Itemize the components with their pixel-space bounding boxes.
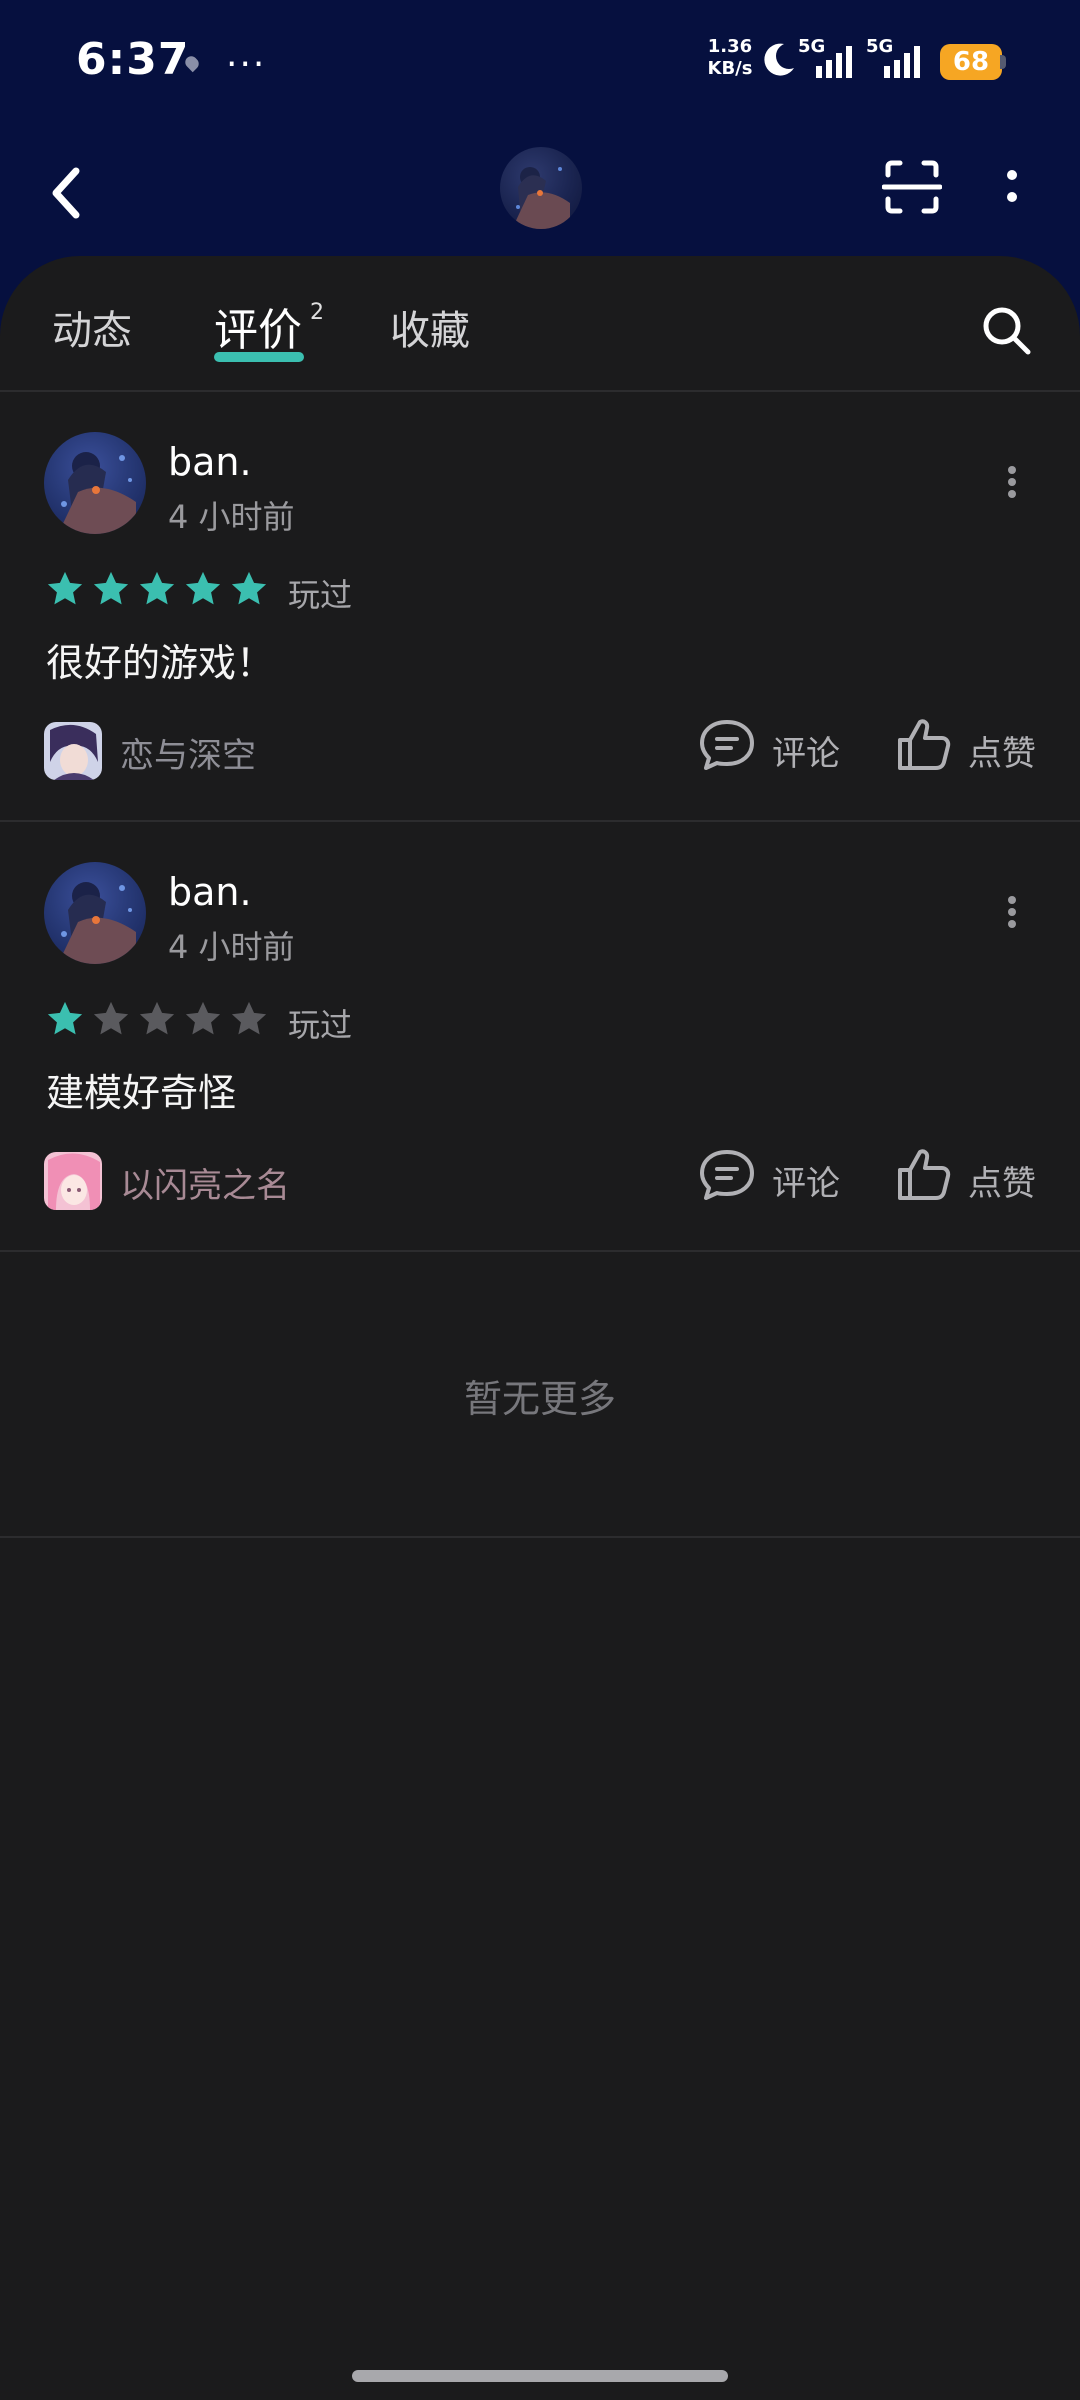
comment-label: 评论 — [772, 1164, 840, 1204]
like-button[interactable]: 点赞 — [896, 710, 1046, 780]
signal-bars-icon — [816, 46, 852, 78]
comment-icon — [700, 720, 754, 770]
tab-reviews-count: 2 — [310, 300, 324, 325]
star-rating — [46, 1000, 268, 1042]
reviewer-name[interactable]: ban. — [168, 440, 252, 484]
network-speed: 1.36 KB/s — [700, 36, 760, 80]
star-filled-icon — [47, 571, 83, 605]
game-thumbnail — [44, 722, 102, 780]
star-empty-icon — [139, 1001, 175, 1035]
thumbs-up-icon — [898, 719, 951, 770]
star-filled-icon — [139, 571, 175, 605]
avatar-illustration — [58, 452, 136, 534]
review-card: ban. 4 小时前 玩过 建模好奇怪 以闪亮之名 评论 点赞 — [0, 822, 1080, 1250]
play-status: 玩过 — [288, 1006, 353, 1044]
like-label: 点赞 — [968, 1164, 1036, 1204]
status-bar: 6:37 ··· 1.36 KB/s 5G 5G 68 — [0, 0, 1080, 125]
avatar-illustration — [58, 882, 136, 964]
search-icon[interactable] — [980, 304, 1032, 356]
network-speed-unit: KB/s — [707, 58, 753, 79]
profile-avatar[interactable] — [500, 147, 582, 229]
network-speed-value: 1.36 — [707, 36, 753, 57]
comment-button[interactable]: 评论 — [698, 1140, 848, 1210]
star-filled-icon — [185, 571, 221, 605]
tab-favorites[interactable]: 收藏 — [390, 298, 470, 356]
game-name[interactable]: 以闪亮之名 — [120, 1158, 290, 1207]
scan-icon[interactable] — [882, 157, 942, 217]
chevron-left-icon[interactable] — [44, 163, 90, 223]
signal-bars-icon — [884, 46, 920, 78]
comment-icon — [700, 1150, 754, 1200]
tab-bar: 动态 评价 2 收藏 — [0, 256, 1080, 391]
status-time: 6:37 — [76, 34, 190, 85]
signal-strength-2: 5G — [866, 36, 928, 82]
more-notifications-icon: ··· — [226, 44, 267, 85]
no-more-text: 暂无更多 — [463, 1377, 616, 1421]
star-filled-icon — [231, 571, 267, 605]
game-name[interactable]: 恋与深空 — [120, 728, 256, 777]
comment-label: 评论 — [772, 734, 840, 774]
home-indicator[interactable] — [352, 2370, 728, 2382]
moon-icon — [764, 43, 794, 76]
star-filled-icon — [93, 571, 129, 605]
game-thumbnail — [44, 1152, 102, 1210]
footer-divider — [0, 1536, 1080, 1538]
top-navigation — [0, 125, 1080, 255]
battery-tip — [1000, 55, 1006, 69]
star-filled-icon — [47, 1001, 83, 1035]
battery-level: 68 — [952, 47, 990, 77]
more-vertical-icon[interactable] — [1000, 462, 1024, 502]
review-text[interactable]: 很好的游戏！ — [46, 632, 274, 687]
avatar[interactable] — [44, 862, 146, 964]
more-vertical-icon[interactable] — [1000, 892, 1024, 932]
review-time: 4 小时前 — [168, 498, 295, 536]
more-vertical-icon[interactable] — [994, 163, 1030, 213]
review-divider — [0, 1250, 1080, 1252]
like-label: 点赞 — [968, 734, 1036, 774]
signal-strength-1: 5G — [798, 36, 860, 82]
star-empty-icon — [231, 1001, 267, 1035]
tab-reviews[interactable]: 评价 — [214, 294, 302, 358]
comment-button[interactable]: 评论 — [698, 710, 848, 780]
reviewer-name[interactable]: ban. — [168, 870, 252, 914]
review-time: 4 小时前 — [168, 928, 295, 966]
play-status: 玩过 — [288, 576, 353, 614]
star-empty-icon — [185, 1001, 221, 1035]
game-icon[interactable] — [44, 1152, 102, 1210]
tab-activity[interactable]: 动态 — [52, 298, 132, 356]
thumbs-up-icon — [898, 1149, 951, 1200]
avatar[interactable] — [44, 432, 146, 534]
review-text[interactable]: 建模好奇怪 — [46, 1062, 236, 1117]
game-icon[interactable] — [44, 722, 102, 780]
content-panel: 动态 评价 2 收藏 ban. 4 小时前 玩过 很好的游戏！ 恋与深空 评论 … — [0, 256, 1080, 2400]
avatar-illustration — [512, 167, 570, 229]
like-button[interactable]: 点赞 — [896, 1140, 1046, 1210]
review-card: ban. 4 小时前 玩过 很好的游戏！ 恋与深空 评论 点赞 — [0, 392, 1080, 820]
tab-active-indicator — [214, 352, 304, 362]
battery-indicator: 68 — [940, 44, 1002, 80]
star-empty-icon — [93, 1001, 129, 1035]
star-rating — [46, 570, 268, 612]
